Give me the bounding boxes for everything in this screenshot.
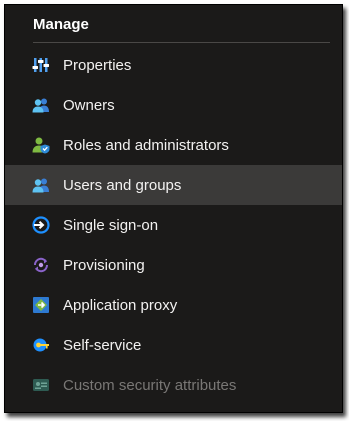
single-sign-on-icon (32, 216, 50, 234)
custom-security-attributes-icon (32, 376, 50, 394)
divider (33, 42, 330, 43)
menu-item-provisioning[interactable]: Provisioning (5, 245, 342, 285)
menu-item-label: Self-service (63, 336, 142, 354)
menu-item-label: Provisioning (63, 256, 145, 274)
menu-item-users-and-groups[interactable]: Users and groups (5, 165, 342, 205)
menu-item-label: Owners (63, 96, 115, 114)
menu-item-properties[interactable]: Properties (5, 45, 342, 85)
roles-administrators-icon (32, 136, 50, 154)
properties-icon (32, 56, 50, 74)
manage-menu: Properties Owners Roles and administrato… (5, 45, 342, 405)
menu-item-label: Application proxy (63, 296, 178, 314)
menu-item-label: Users and groups (63, 176, 182, 194)
menu-item-application-proxy[interactable]: Application proxy (5, 285, 342, 325)
menu-item-self-service[interactable]: Self-service (5, 325, 342, 365)
owners-icon (32, 96, 50, 114)
menu-item-label: Single sign-on (63, 216, 159, 234)
menu-item-label: Custom security attributes (63, 376, 237, 394)
menu-item-custom-security-attributes: Custom security attributes (5, 365, 342, 405)
provisioning-icon (32, 256, 50, 274)
self-service-icon (32, 336, 50, 354)
users-groups-icon (32, 176, 50, 194)
menu-item-label: Roles and administrators (63, 136, 229, 154)
application-proxy-icon (32, 296, 50, 314)
manage-panel: Manage Properties Owners Roles and admin… (4, 4, 343, 413)
menu-item-roles-and-administrators[interactable]: Roles and administrators (5, 125, 342, 165)
menu-item-owners[interactable]: Owners (5, 85, 342, 125)
section-header: Manage (33, 16, 89, 33)
menu-item-single-sign-on[interactable]: Single sign-on (5, 205, 342, 245)
menu-item-label: Properties (63, 56, 132, 74)
